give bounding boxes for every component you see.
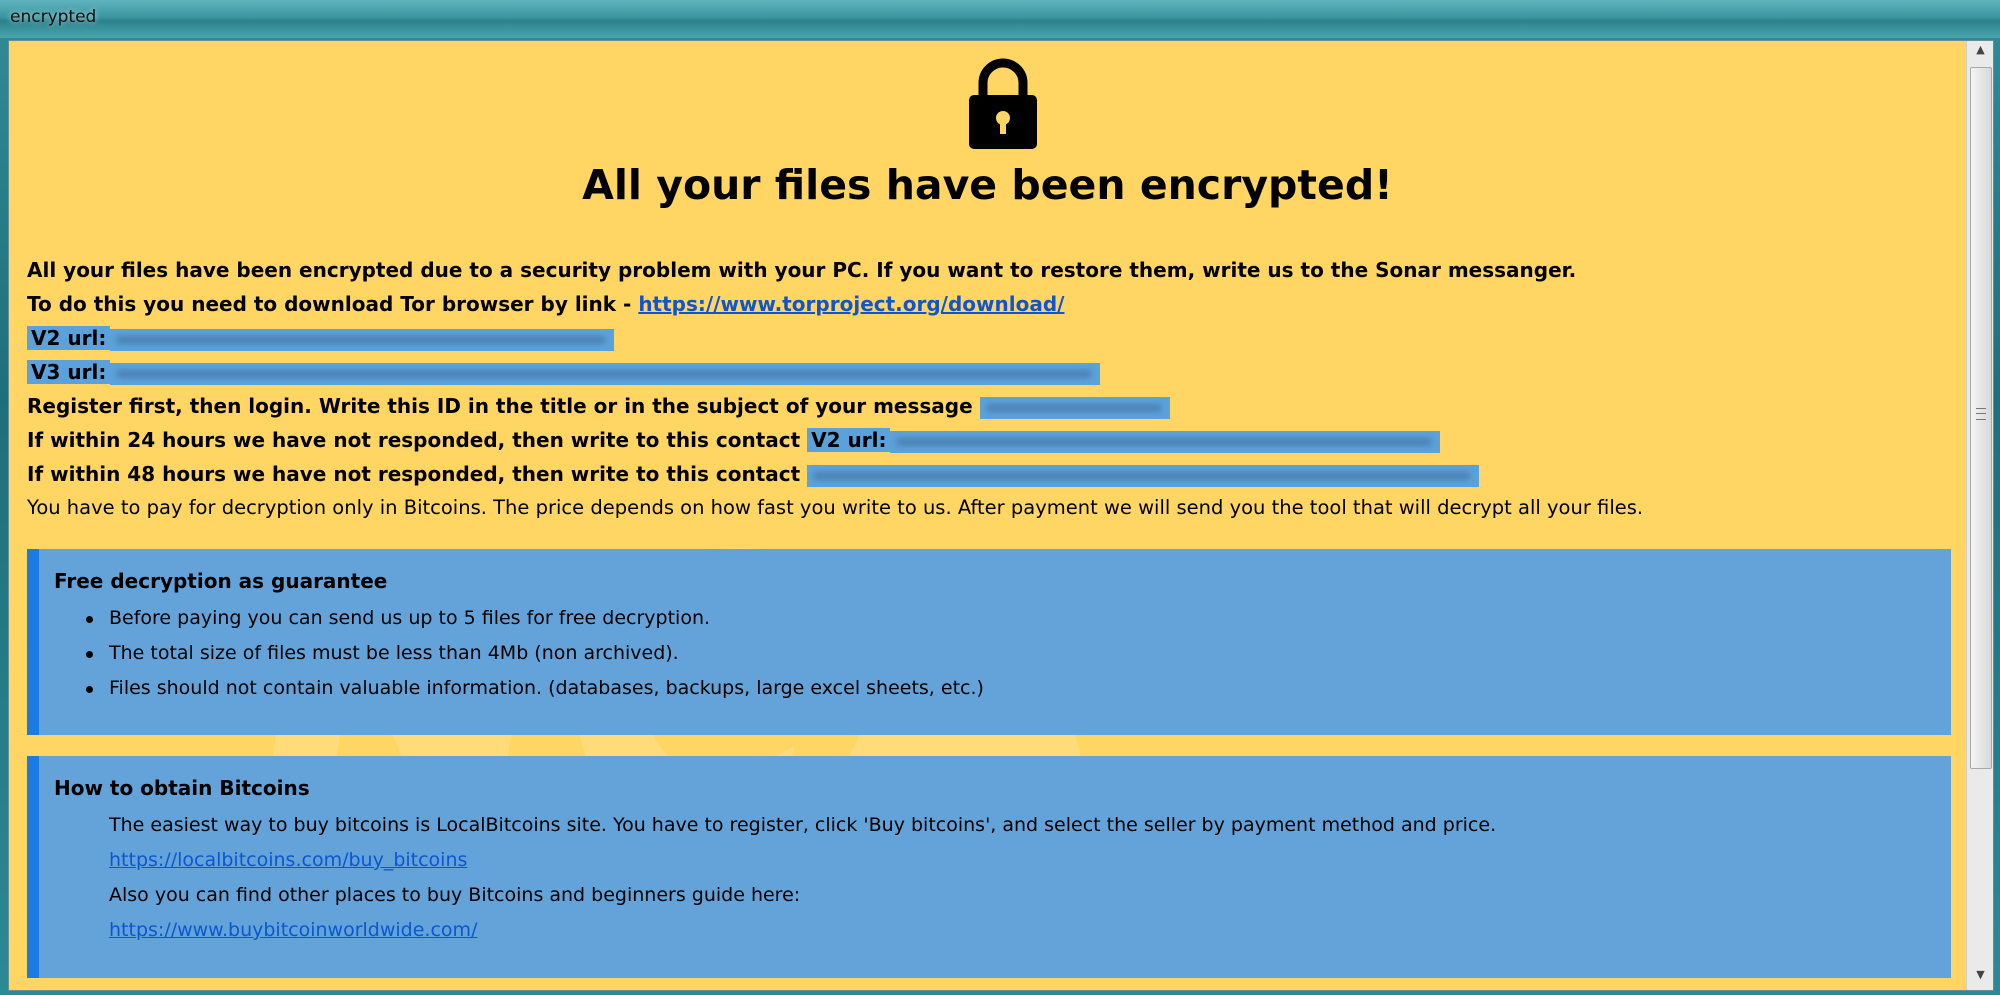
guarantee-item-text: Files should not contain valuable inform…: [109, 677, 984, 699]
v3-url-line: V3 url:: [27, 357, 1101, 387]
contact-48h-text: If within 48 hours we have not responded…: [27, 462, 801, 486]
buybitcoin-line: https://www.buybitcoinworldwide.com/: [109, 919, 477, 941]
guarantee-item: Before paying you can send us up to 5 fi…: [86, 607, 711, 629]
buybitcoinworldwide-link[interactable]: https://www.buybitcoinworldwide.com/: [109, 919, 477, 941]
register-text: Register first, then login. Write this I…: [27, 394, 973, 418]
guarantee-item-text: The total size of files must be less tha…: [109, 642, 679, 664]
localbitcoins-link[interactable]: https://localbitcoins.com/buy_bitcoins: [109, 849, 467, 871]
message-content: NCA i.n.t.e.r.n.e.t All your files have …: [9, 41, 1966, 990]
window-title: encrypted: [10, 7, 97, 27]
title-bar[interactable]: encrypted: [0, 0, 2000, 38]
bitcoins-text-2: Also you can find other places to buy Bi…: [109, 884, 801, 906]
guarantee-box: Free decryption as guarantee Before payi…: [27, 549, 1951, 735]
scroll-up-arrow-icon[interactable]: ▲: [1969, 43, 1992, 63]
bitcoins-box: How to obtain Bitcoins The easiest way t…: [27, 756, 1951, 978]
intro-line: All your files have been encrypted due t…: [27, 255, 1576, 285]
lock-icon: [969, 58, 1037, 149]
tor-instruction: To do this you need to download Tor brow…: [27, 292, 639, 316]
contact-48h-line: If within 48 hours we have not responded…: [27, 459, 1480, 489]
ransom-window: encrypted NCA i.n.t.e.r.n.e.t All your f…: [0, 0, 2000, 995]
guarantee-item: Files should not contain valuable inform…: [86, 677, 984, 699]
content-frame: NCA i.n.t.e.r.n.e.t All your files have …: [8, 40, 1994, 991]
payment-line: You have to pay for decryption only in B…: [27, 493, 1643, 523]
v2-url-label: V2 url:: [27, 326, 111, 350]
v2-url-redacted: [110, 328, 615, 351]
contact-48h-redacted: [807, 464, 1480, 487]
victim-id-redacted: [979, 396, 1170, 419]
bitcoins-text-1: The easiest way to buy bitcoins is Local…: [109, 814, 1497, 836]
scroll-down-arrow-icon[interactable]: ▼: [1969, 968, 1992, 988]
contact-24h-label: V2 url:: [807, 428, 891, 452]
bullet-dot: [86, 686, 93, 693]
bullet-dot: [86, 616, 93, 623]
page-title: All your files have been encrypted!: [582, 161, 1393, 209]
tor-download-link[interactable]: https://www.torproject.org/download/: [638, 292, 1064, 316]
payment-text: You have to pay for decryption only in B…: [27, 496, 1644, 519]
v3-url-label: V3 url:: [27, 360, 111, 384]
register-line: Register first, then login. Write this I…: [27, 391, 1170, 421]
guarantee-item: The total size of files must be less tha…: [86, 642, 679, 664]
v2-url-line: V2 url:: [27, 323, 615, 353]
bitcoins-title: How to obtain Bitcoins: [54, 776, 310, 800]
contact-24h-redacted: [890, 430, 1441, 453]
bullet-dot: [86, 651, 93, 658]
contact-24h-line: If within 24 hours we have not responded…: [27, 425, 1441, 455]
guarantee-item-text: Before paying you can send us up to 5 fi…: [109, 607, 711, 629]
v3-url-redacted: [110, 362, 1101, 385]
guarantee-title: Free decryption as guarantee: [54, 569, 388, 593]
scroll-thumb[interactable]: [1970, 67, 1992, 769]
scroll-grip-icon: [1976, 408, 1986, 420]
localbitcoins-line: https://localbitcoins.com/buy_bitcoins: [109, 849, 467, 871]
tor-line: To do this you need to download Tor brow…: [27, 289, 1064, 319]
intro-text: All your files have been encrypted due t…: [27, 258, 1577, 282]
vertical-scrollbar[interactable]: ▲ ▼: [1966, 41, 1993, 990]
contact-24h-text: If within 24 hours we have not responded…: [27, 428, 801, 452]
